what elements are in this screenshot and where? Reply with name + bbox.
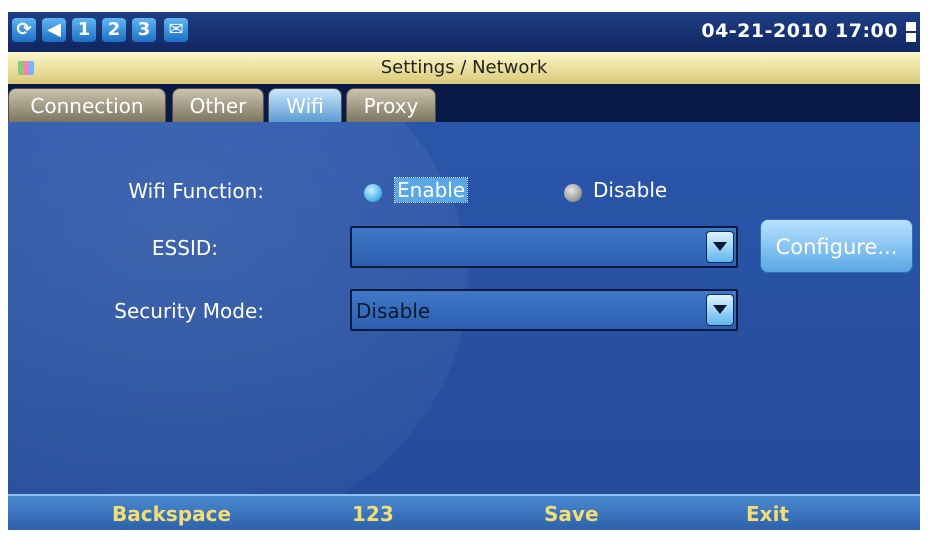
softkey-123[interactable]: 123 xyxy=(352,502,394,526)
battery-icon xyxy=(906,22,916,42)
softkey-bar: Backspace 123 Save Exit xyxy=(8,494,920,530)
security-mode-value: Disable xyxy=(356,299,431,323)
essid-dropdown[interactable] xyxy=(350,226,738,268)
essid-label: ESSID: xyxy=(151,236,218,260)
tab-other[interactable]: Other xyxy=(172,88,264,122)
tab-wifi[interactable]: Wifi xyxy=(268,88,342,122)
volume-icon: ◀ xyxy=(42,18,66,42)
message-icon: ✉ xyxy=(164,18,188,42)
configure-button[interactable]: Configure... xyxy=(760,219,913,273)
date-time: 04-21-2010 17:00 xyxy=(701,20,898,42)
page-title: Settings / Network xyxy=(380,57,548,78)
status-bar: ⟳ ◀ 1 2 3 ✉ 04-21-2010 17:00 xyxy=(8,12,920,52)
tab-bar: Connection Other Wifi Proxy xyxy=(8,84,920,122)
wifi-enable-label[interactable]: Enable xyxy=(393,177,469,203)
softkey-exit[interactable]: Exit xyxy=(746,502,789,526)
phone-screen: ⟳ ◀ 1 2 3 ✉ 04-21-2010 17:00 Settings / … xyxy=(8,12,920,530)
wifi-function-label: Wifi Function: xyxy=(128,179,264,203)
security-chevron-down-icon[interactable] xyxy=(706,294,734,326)
wifi-disable-radio[interactable] xyxy=(564,184,582,202)
line3-icon: 3 xyxy=(132,18,156,42)
title-bar: Settings / Network xyxy=(8,52,920,84)
tab-proxy[interactable]: Proxy xyxy=(346,88,436,122)
tab-connection[interactable]: Connection xyxy=(8,88,166,122)
security-mode-label: Security Mode: xyxy=(114,299,264,323)
network-icon: ⟳ xyxy=(12,18,36,42)
wifi-settings-panel: Wifi Function: Enable Disable ESSID: Con… xyxy=(8,122,920,494)
wifi-disable-label[interactable]: Disable xyxy=(593,178,667,202)
line2-icon: 2 xyxy=(102,18,126,42)
wifi-enable-radio[interactable] xyxy=(364,184,382,202)
softkey-save[interactable]: Save xyxy=(544,502,599,526)
softkey-backspace[interactable]: Backspace xyxy=(112,502,231,526)
essid-chevron-down-icon[interactable] xyxy=(706,231,734,263)
line1-icon: 1 xyxy=(72,18,96,42)
security-mode-dropdown[interactable]: Disable xyxy=(350,289,738,331)
